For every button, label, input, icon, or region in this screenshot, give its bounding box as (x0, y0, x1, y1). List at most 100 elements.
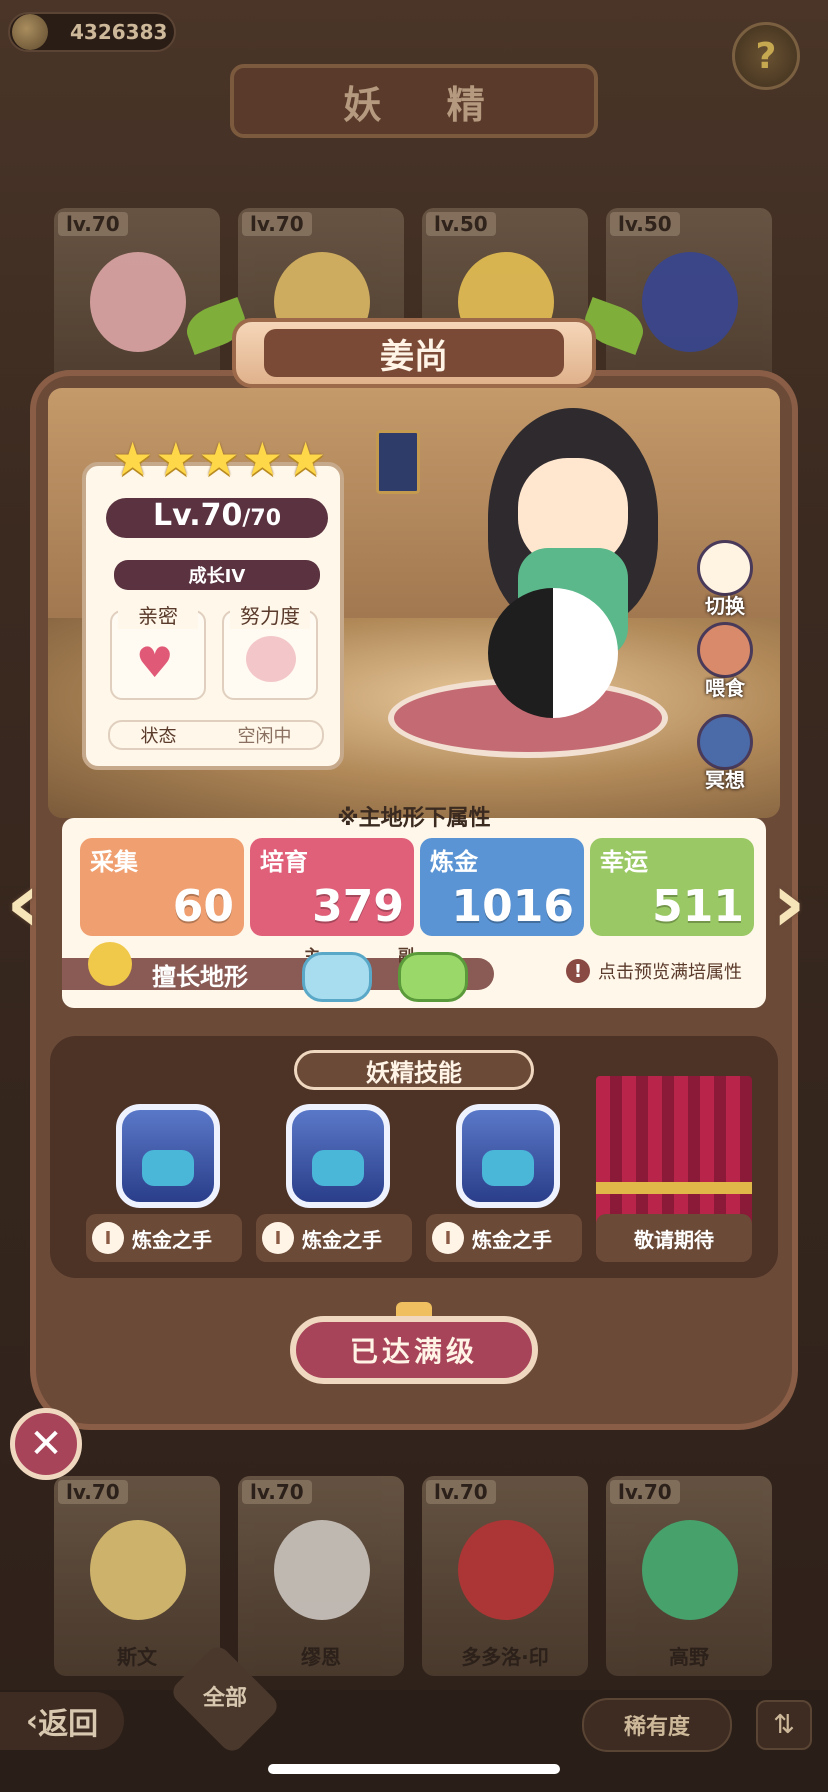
exclamation-icon: ! (566, 959, 590, 983)
effort-box[interactable]: 努力度 (222, 600, 318, 700)
fairy-grid-bottom: lv.70 斯文 lv.70 缪恩 lv.70 多多洛·印 lv.70 高野 (54, 1476, 784, 1676)
card-level: lv.70 (58, 212, 128, 236)
meat-icon (697, 622, 753, 678)
attr-value: 511 (652, 881, 744, 932)
attr-alchemy: 炼金 1016 (420, 838, 584, 936)
attr-cultivate: 培育 379 (250, 838, 414, 936)
water-terrain-icon[interactable] (302, 952, 372, 1002)
fairy-portrait (274, 1520, 370, 1620)
skill-name: 炼金之手 (472, 1227, 552, 1252)
skill-level: I (92, 1222, 124, 1254)
card-name: 缪恩 (301, 1645, 341, 1669)
fairy-portrait (458, 1520, 554, 1620)
switch-button[interactable]: 切换 (690, 540, 760, 620)
filter-all-label: 全部 (202, 1686, 247, 1711)
back-button[interactable]: ‹ 返回 (0, 1692, 124, 1750)
feed-button[interactable]: 喂食 (690, 622, 760, 702)
prev-arrow[interactable]: ‹ (6, 856, 40, 951)
skill-slot[interactable]: I 炼金之手 (86, 1098, 242, 1262)
fairy-name-plate: 姜尚 (232, 318, 596, 388)
level-bar: Lv.70 /70 (106, 498, 328, 538)
question-icon: ? (755, 35, 777, 77)
attr-gather: 采集 60 (80, 838, 244, 936)
skill-name: 敬请期待 (634, 1227, 714, 1252)
alchemy-pot-icon (456, 1104, 560, 1208)
heart-icon: ♥ (136, 638, 174, 687)
attr-name: 培育 (260, 848, 308, 876)
attr-value: 60 (172, 881, 234, 932)
skill-plate: 敬请期待 (596, 1214, 752, 1262)
rarity-sort-button[interactable]: 稀有度 (582, 1698, 732, 1752)
attr-value: 1016 (451, 881, 574, 932)
fairy-card[interactable]: lv.70 缪恩 (238, 1476, 404, 1676)
level-current: Lv.70 (152, 498, 243, 533)
currency-value: 4326383 (70, 20, 168, 44)
intimacy-label: 亲密 (118, 600, 198, 629)
level-max: /70 (242, 506, 282, 531)
flag-icon (376, 430, 420, 494)
attr-luck: 幸运 511 (590, 838, 754, 936)
card-level: lv.70 (58, 1480, 128, 1504)
card-name: 多多洛·印 (461, 1645, 549, 1669)
close-button[interactable]: ✕ (10, 1408, 82, 1480)
next-arrow[interactable]: › (772, 856, 806, 951)
effort-label: 努力度 (230, 600, 310, 629)
fairy-name: 姜尚 (264, 329, 564, 377)
star-icon: ★ (285, 432, 327, 486)
skill-plate: I 炼金之手 (426, 1214, 582, 1262)
skill-slot[interactable]: I 炼金之手 (426, 1098, 582, 1262)
max-level-button[interactable]: 已达满级 (290, 1316, 538, 1384)
skills-title: 妖精技能 (294, 1050, 534, 1090)
skill-slot[interactable]: I 炼金之手 (256, 1098, 412, 1262)
card-level: lv.70 (426, 1480, 496, 1504)
feed-label: 喂食 (705, 676, 745, 700)
sort-order-button[interactable]: ⇅ (756, 1700, 812, 1750)
chevron-left-icon: ‹ (25, 1703, 39, 1739)
skill-name: 炼金之手 (132, 1227, 212, 1252)
attributes-row: 采集 60 培育 379 炼金 1016 幸运 511 (80, 838, 754, 936)
page-title-plank: 妖 精 (230, 64, 598, 138)
attr-name: 幸运 (600, 848, 648, 876)
preview-max-link[interactable]: ! 点击预览满培属性 (566, 958, 742, 984)
switch-label: 切换 (705, 594, 745, 618)
status-label: 状态 (140, 726, 177, 747)
top-bar: 4326383 (0, 0, 828, 70)
back-label: 返回 (38, 1707, 99, 1742)
meditate-button[interactable]: 冥想 (690, 714, 760, 794)
skill-slot-locked: 敬请期待 (596, 1076, 752, 1262)
status-value: 空闲中 (237, 726, 292, 747)
attributes-panel: 采集 60 培育 379 炼金 1016 幸运 511 擅长地形 主 副 ! 点… (62, 818, 766, 1008)
alchemy-pot-icon (116, 1104, 220, 1208)
growth-badge: 成长IV (114, 560, 320, 590)
card-level: lv.70 (242, 1480, 312, 1504)
attributes-note: ※主地形下属性 (337, 806, 491, 831)
flower-icon (88, 942, 132, 986)
star-icon: ★ (198, 432, 240, 486)
card-level: lv.50 (426, 212, 496, 236)
fairy-portrait (90, 1520, 186, 1620)
switch-icon (697, 540, 753, 596)
fairy-card[interactable]: lv.70 多多洛·印 (422, 1476, 588, 1676)
card-level: lv.50 (610, 212, 680, 236)
fairy-card[interactable]: lv.70 斯文 (54, 1476, 220, 1676)
star-rating: ★ ★ ★ ★ ★ (112, 432, 326, 486)
fairy-stats-card: ★ ★ ★ ★ ★ Lv.70 /70 成长IV 亲密 ♥ 努力度 状态 空闲中 (82, 432, 344, 770)
help-button[interactable]: ? (732, 22, 800, 90)
skill-level: I (432, 1222, 464, 1254)
skill-level: I (262, 1222, 294, 1254)
attr-name: 采集 (90, 848, 138, 876)
card-name: 高野 (669, 1645, 709, 1669)
fairy-character[interactable] (468, 398, 688, 738)
curtain-trim (596, 1182, 752, 1194)
fairy-portrait (642, 252, 738, 352)
alchemy-pot-icon (286, 1104, 390, 1208)
sprout-terrain-icon[interactable] (398, 952, 468, 1002)
status-row: 状态 空闲中 (108, 720, 324, 750)
intimacy-box[interactable]: 亲密 ♥ (110, 600, 206, 700)
coin-icon (12, 14, 48, 50)
fairy-card[interactable]: lv.70 高野 (606, 1476, 772, 1676)
fairy-portrait (642, 1520, 738, 1620)
fairy-portrait (90, 252, 186, 352)
star-icon: ★ (112, 432, 154, 486)
terrain-label: 擅长地形 (152, 962, 248, 991)
